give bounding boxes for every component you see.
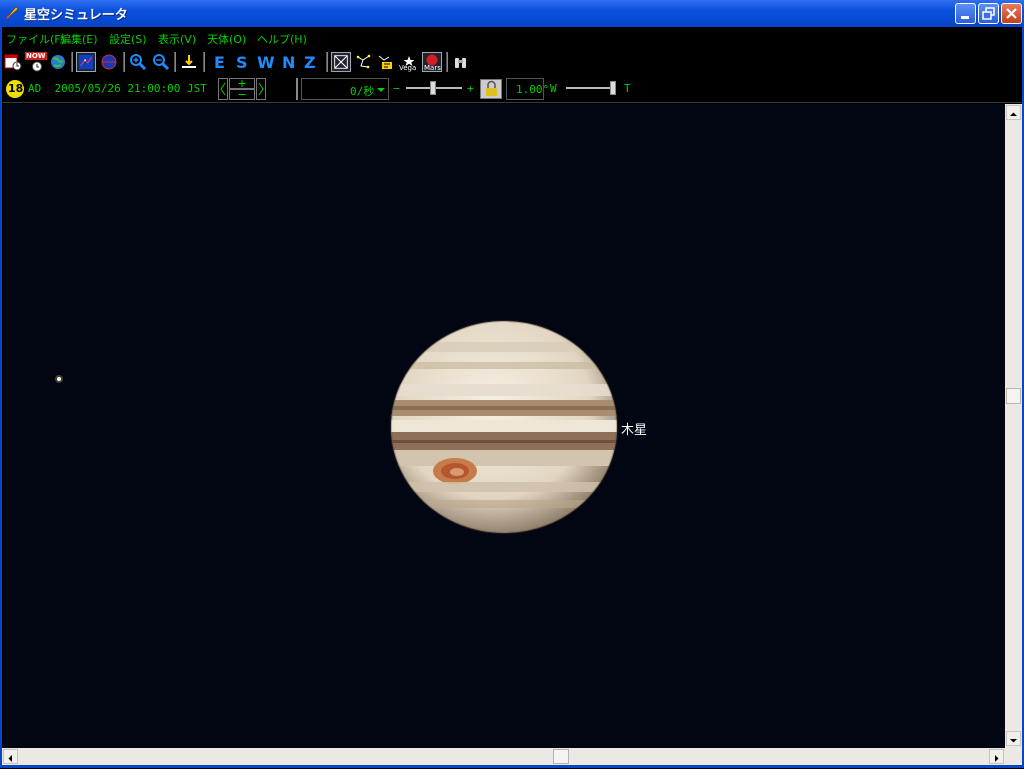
horizontal-scroll-thumb[interactable] (552, 749, 569, 764)
title-bar: 星空シミュレータ (0, 0, 1024, 27)
direction-west-button[interactable]: W (257, 53, 275, 72)
time-toolbar: 18 AD 2005/05/26 21:00:00 JST 0/秒 − + 1.… (0, 76, 1024, 103)
menu-edit[interactable]: 編集(E) (60, 31, 98, 47)
now-label: NOW (25, 52, 47, 60)
horizon-icon[interactable] (179, 52, 199, 72)
moon-age-icon: 18 (6, 80, 24, 98)
minimize-icon (961, 16, 969, 19)
toolbar-separator (296, 78, 298, 100)
clock-icon (32, 61, 42, 72)
sky-canvas (55, 320, 632, 534)
app-rocket-icon (5, 6, 19, 20)
menu-bar: ファイル(F) 編集(E) 設定(S) 表示(V) 天体(O) ヘルプ(H) (0, 27, 1024, 51)
globe-icon[interactable] (48, 52, 68, 72)
stepper-arrows-icon (218, 78, 266, 100)
vega-label: Vega (399, 64, 417, 72)
mars-button[interactable]: Mars (422, 52, 442, 72)
scroll-left-button[interactable] (3, 749, 18, 764)
scroll-down-button[interactable] (1006, 731, 1021, 746)
zoom-tele-label: T (624, 82, 631, 95)
fov-value: 1.00° (516, 83, 550, 96)
lock-icon[interactable] (480, 79, 502, 99)
rate-plus-label: + (467, 82, 474, 95)
jupiter-planet[interactable] (382, 320, 632, 534)
toolbar-separator (174, 52, 176, 72)
toolbar-separator (203, 52, 205, 72)
toolbar-separator (446, 52, 448, 72)
menu-help[interactable]: ヘルプ(H) (257, 31, 307, 47)
minimize-button[interactable] (955, 3, 976, 24)
menu-objects[interactable]: 天体(O) (207, 31, 246, 47)
rate-slider-thumb[interactable] (430, 81, 436, 95)
zoom-wide-label: W (550, 82, 557, 95)
planet-label[interactable]: 木星 (621, 419, 647, 438)
time-rate-value: 0/秒 (350, 85, 375, 98)
vertical-scrollbar[interactable] (1005, 104, 1022, 748)
menu-file[interactable]: ファイル(F) (6, 31, 65, 47)
zoom-slider-thumb[interactable] (610, 81, 616, 95)
constellation-names-icon[interactable] (376, 52, 396, 72)
sky-view[interactable] (2, 104, 1005, 748)
close-icon (1006, 8, 1017, 19)
toolbar-separator (71, 52, 73, 72)
main-toolbar: NOW E S W N Z Vega Mars (0, 50, 1024, 77)
grid-lines-icon[interactable] (331, 52, 351, 72)
direction-east-button[interactable]: E (214, 53, 225, 72)
calendar-clock-icon[interactable] (3, 52, 23, 72)
window-frame-left (0, 27, 2, 768)
time-stepper[interactable] (218, 78, 266, 100)
mars-label: Mars (424, 64, 441, 72)
rate-minus-label: − (393, 82, 400, 95)
zoom-out-icon[interactable] (151, 52, 171, 72)
window-title: 星空シミュレータ (24, 8, 128, 23)
chevron-down-icon (377, 88, 385, 92)
star-map-icon[interactable] (76, 52, 96, 72)
scroll-up-button[interactable] (1006, 105, 1021, 120)
moon-age: 18 (8, 82, 24, 95)
time-rate-dropdown[interactable]: 0/秒 (301, 78, 389, 100)
direction-zenith-button[interactable]: Z (304, 53, 316, 72)
direction-north-button[interactable]: N (282, 53, 295, 72)
chevron-down-icon (1010, 739, 1017, 743)
scrollbar-corner (1005, 748, 1022, 765)
zoom-slider-track[interactable] (566, 87, 616, 89)
chevron-left-icon (8, 755, 12, 762)
star-glow (55, 375, 63, 383)
now-button[interactable]: NOW (25, 52, 47, 72)
restore-icon (982, 7, 995, 20)
toolbar-separator (326, 52, 328, 72)
restore-button[interactable] (978, 3, 999, 24)
scroll-right-button[interactable] (989, 749, 1004, 764)
menu-view[interactable]: 表示(V) (158, 31, 196, 47)
zoom-in-icon[interactable] (128, 52, 148, 72)
sky-globe-icon[interactable] (99, 52, 119, 72)
direction-south-button[interactable]: S (236, 53, 248, 72)
fov-field[interactable]: 1.00° (506, 78, 549, 100)
vertical-scroll-thumb[interactable] (1006, 388, 1021, 405)
chevron-right-icon (995, 755, 999, 762)
vega-button[interactable]: Vega (399, 52, 419, 72)
horizontal-scrollbar[interactable] (2, 748, 1005, 765)
toolbar-separator (123, 52, 125, 72)
menu-settings[interactable]: 設定(S) (109, 31, 147, 47)
binoculars-icon[interactable] (451, 52, 471, 72)
constellation-icon[interactable] (354, 52, 374, 72)
chevron-up-icon (1010, 112, 1017, 116)
datetime-display[interactable]: AD 2005/05/26 21:00:00 JST (28, 82, 207, 95)
close-button[interactable] (1001, 3, 1022, 24)
